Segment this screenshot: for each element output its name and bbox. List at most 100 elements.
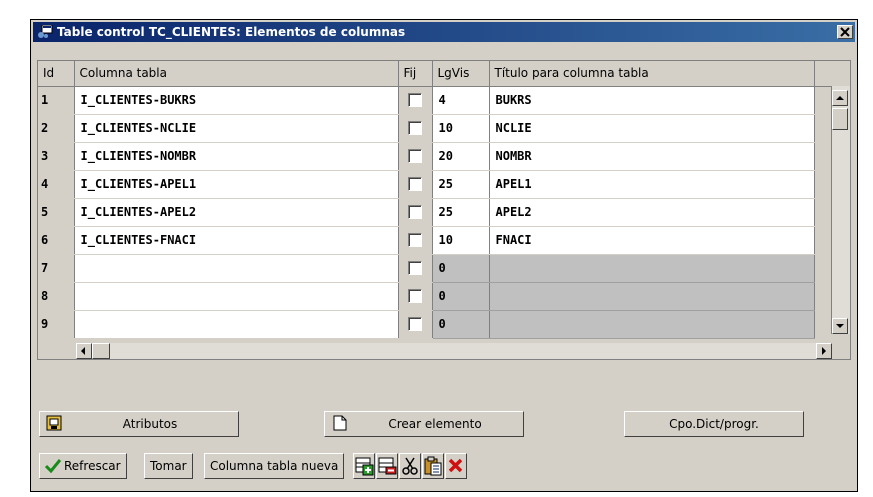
arrow-right-icon [822, 347, 826, 355]
crear-elemento-button[interactable]: Crear elemento [324, 411, 524, 437]
titulo-cell[interactable]: FNACI [489, 226, 815, 255]
fij-checkbox[interactable] [408, 289, 422, 304]
paste-icon [424, 456, 442, 476]
attributes-icon [46, 415, 62, 434]
table-row: 5 I_CLIENTES-APEL2 25 APEL2 [38, 198, 832, 227]
titulo-cell[interactable]: BUKRS [489, 86, 815, 115]
crear-elemento-label: Crear elemento [388, 417, 482, 431]
atributos-label: Atributos [122, 417, 178, 431]
columna-tabla-cell[interactable]: I_CLIENTES-FNACI [74, 226, 399, 255]
fij-checkbox[interactable] [408, 261, 422, 276]
horizontal-scroll-thumb[interactable] [92, 343, 110, 359]
title-bar: Table control TC_CLIENTES: Elementos de … [33, 22, 855, 42]
header-columna-tabla[interactable]: Columna tabla [74, 61, 399, 87]
lgvis-cell[interactable]: 10 [432, 114, 490, 143]
scroll-right-button[interactable] [816, 343, 832, 359]
lgvis-cell[interactable]: 4 [432, 86, 490, 115]
columna-tabla-cell[interactable] [74, 254, 399, 283]
row-id[interactable]: 6 [38, 226, 75, 255]
horizontal-scrollbar[interactable] [76, 343, 832, 359]
delete-row-icon [378, 457, 397, 475]
close-button[interactable] [837, 25, 853, 39]
row-id[interactable]: 7 [38, 254, 75, 283]
titulo-cell[interactable]: NCLIE [489, 114, 815, 143]
columna-tabla-cell[interactable]: I_CLIENTES-APEL2 [74, 198, 399, 227]
fij-checkbox[interactable] [408, 233, 422, 248]
fij-cell [398, 254, 433, 283]
lgvis-cell[interactable]: 0 [432, 254, 490, 283]
row-id[interactable]: 3 [38, 142, 75, 171]
columna-tabla-cell[interactable]: I_CLIENTES-BUKRS [74, 86, 399, 115]
columna-tabla-cell[interactable] [74, 282, 399, 311]
tomar-label: Tomar [150, 459, 187, 473]
row-id[interactable]: 8 [38, 282, 75, 311]
titulo-cell[interactable]: APEL1 [489, 170, 815, 199]
columna-tabla-cell[interactable]: I_CLIENTES-APEL1 [74, 170, 399, 199]
titulo-cell[interactable] [489, 310, 815, 339]
titulo-cell[interactable] [489, 254, 815, 283]
fij-cell [398, 226, 433, 255]
vertical-scrollbar[interactable] [831, 86, 850, 334]
scroll-down-button[interactable] [832, 318, 848, 334]
titulo-cell[interactable]: NOMBR [489, 142, 815, 171]
lgvis-cell[interactable]: 20 [432, 142, 490, 171]
fij-checkbox[interactable] [408, 177, 422, 192]
cpo-dict-button[interactable]: Cpo.Dict/progr. [624, 411, 804, 437]
scroll-up-button[interactable] [832, 90, 848, 106]
row-id[interactable]: 9 [38, 310, 75, 339]
lgvis-cell[interactable]: 25 [432, 170, 490, 199]
row-spacer [814, 282, 832, 311]
titulo-cell[interactable]: APEL2 [489, 198, 815, 227]
delete-row-button[interactable] [376, 453, 398, 479]
paste-button[interactable] [422, 453, 444, 479]
columna-tabla-cell[interactable]: I_CLIENTES-NOMBR [74, 142, 399, 171]
atributos-button[interactable]: Atributos [39, 411, 239, 437]
fij-checkbox[interactable] [408, 121, 422, 136]
header-id[interactable]: Id [38, 61, 75, 87]
row-id[interactable]: 4 [38, 170, 75, 199]
fij-checkbox[interactable] [408, 93, 422, 108]
header-titulo[interactable]: Título para columna tabla [489, 61, 815, 87]
row-id[interactable]: 2 [38, 114, 75, 143]
scroll-left-button[interactable] [76, 343, 92, 359]
delete-button[interactable] [445, 453, 467, 479]
insert-row-icon [355, 457, 374, 476]
dialog-window: Table control TC_CLIENTES: Elementos de … [30, 19, 858, 492]
close-icon [840, 27, 850, 37]
insert-row-button[interactable] [353, 453, 375, 479]
lgvis-cell[interactable]: 0 [432, 282, 490, 311]
lgvis-cell[interactable]: 0 [432, 310, 490, 339]
tomar-button[interactable]: Tomar [144, 453, 193, 479]
row-spacer [814, 114, 832, 143]
fij-cell [398, 310, 433, 339]
titulo-cell[interactable] [489, 282, 815, 311]
fij-cell [398, 114, 433, 143]
fij-checkbox[interactable] [408, 317, 422, 332]
fij-cell [398, 198, 433, 227]
sap-window-icon [37, 24, 53, 39]
refrescar-button[interactable]: Refrescar [39, 453, 127, 479]
arrow-down-icon [836, 324, 844, 328]
row-id[interactable]: 5 [38, 198, 75, 227]
table-row: 3 I_CLIENTES-NOMBR 20 NOMBR [38, 142, 832, 171]
header-lgvis[interactable]: LgVis [432, 61, 490, 87]
fij-checkbox[interactable] [408, 149, 422, 164]
row-id[interactable]: 1 [38, 86, 75, 115]
cut-button[interactable] [399, 453, 421, 479]
fij-checkbox[interactable] [408, 205, 422, 220]
header-fij[interactable]: Fij [398, 61, 433, 87]
columna-tabla-nueva-button[interactable]: Columna tabla nueva [204, 453, 345, 479]
window-title: Table control TC_CLIENTES: Elementos de … [57, 25, 406, 39]
new-document-icon [333, 415, 347, 434]
arrow-up-icon [836, 96, 844, 100]
table-row: 70 [38, 254, 832, 283]
row-spacer [814, 226, 832, 255]
columna-tabla-cell[interactable] [74, 310, 399, 339]
columna-tabla-cell[interactable]: I_CLIENTES-NCLIE [74, 114, 399, 143]
lgvis-cell[interactable]: 25 [432, 198, 490, 227]
vertical-scroll-thumb[interactable] [832, 108, 848, 130]
fij-cell [398, 170, 433, 199]
fij-cell [398, 142, 433, 171]
lgvis-cell[interactable]: 10 [432, 226, 490, 255]
table-row: 80 [38, 282, 832, 311]
